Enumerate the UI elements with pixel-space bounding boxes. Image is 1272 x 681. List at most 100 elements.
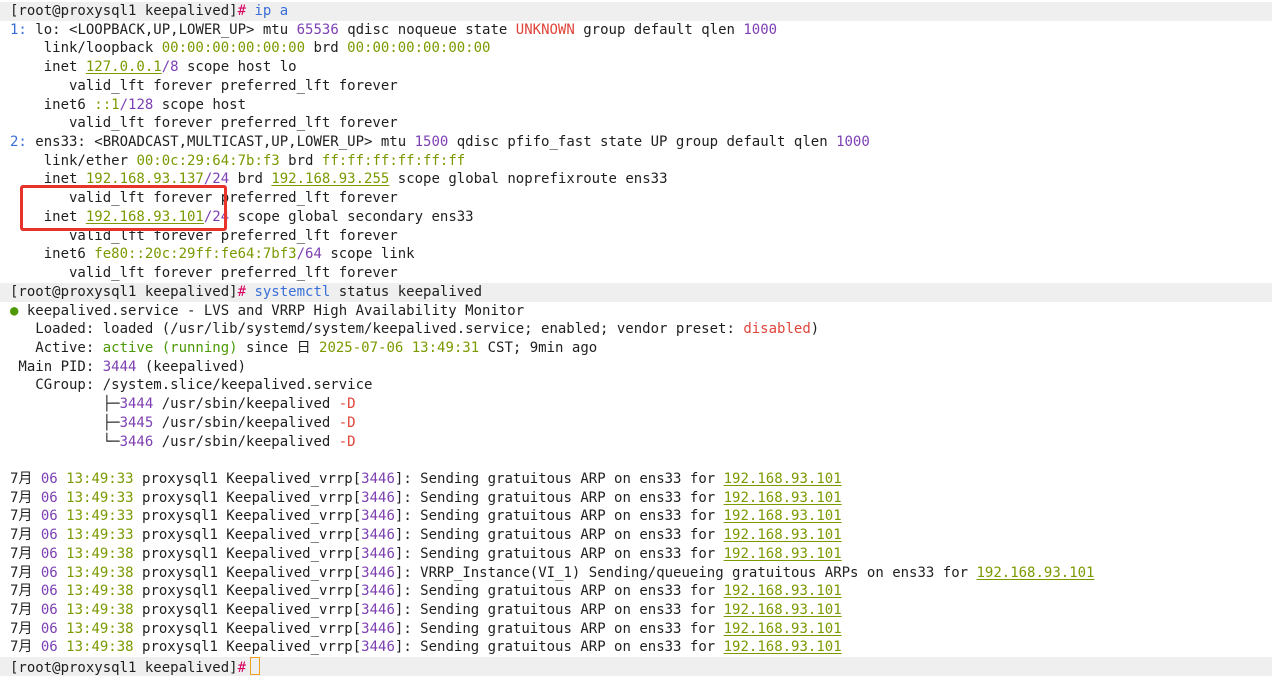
qlen-value: 1000 xyxy=(743,21,778,38)
log-pid: 3446 xyxy=(361,620,395,637)
prefix-length: /8 xyxy=(161,59,179,76)
link-label: link/ether xyxy=(10,152,137,169)
log-pid: 3446 xyxy=(361,489,395,506)
process-tree-row: ├─3445 /usr/sbin/keepalived -D xyxy=(0,414,1272,433)
brd-address: ff:ff:ff:ff:ff:ff xyxy=(321,152,466,169)
log-line: 7月 06 13:49:38 proxysql1 Keepalived_vrrp… xyxy=(0,582,1272,601)
log-host: proxysql1 Keepalived_vrrp[ xyxy=(133,470,362,487)
log-month: 7月 xyxy=(10,620,33,637)
log-day: 06 xyxy=(32,602,58,618)
link-label: link/loopback xyxy=(10,40,162,57)
prefix-length: /128 xyxy=(119,96,154,113)
journal-log: 7月 06 13:49:33 proxysql1 Keepalived_vrrp… xyxy=(0,470,1272,657)
log-host: proxysql1 Keepalived_vrrp[ xyxy=(133,508,362,525)
process-cmd: /usr/sbin/keepalived xyxy=(153,396,339,413)
since-rest: CST; 9min ago xyxy=(479,339,598,356)
service-title: keepalived.service - LVS and VRRP High A… xyxy=(18,302,525,319)
log-pid: 3446 xyxy=(361,602,395,618)
log-pid: 3446 xyxy=(361,564,395,581)
cgroup-value: /system.slice/keepalived.service xyxy=(102,377,373,394)
process-pid: 3445 xyxy=(119,414,154,431)
log-pid: 3446 xyxy=(361,639,395,656)
log-message: : Sending gratuitous ARP on ens33 for xyxy=(403,527,724,544)
log-month: 7月 xyxy=(10,602,33,618)
log-ip: 192.168.93.101 xyxy=(723,508,842,525)
ipv6-address: ::1 xyxy=(94,96,120,113)
log-pid: 3446 xyxy=(361,545,395,562)
log-host: proxysql1 Keepalived_vrrp[ xyxy=(133,620,362,637)
log-day: 06 xyxy=(32,508,58,525)
vendor-preset: disabled xyxy=(743,321,811,338)
log-time: 13:49:33 xyxy=(57,508,134,525)
terminal-window[interactable]: [root@proxysql1 keepalived]# ip a 1: lo:… xyxy=(0,0,1272,681)
log-month: 7月 xyxy=(10,508,33,525)
output-line: Loaded: loaded (/usr/lib/systemd/system/… xyxy=(0,320,1272,339)
mac-address: 00:00:00:00:00:00 xyxy=(161,40,306,57)
log-ip: 192.168.93.101 xyxy=(723,583,842,600)
output-line: CGroup: /system.slice/keepalived.service xyxy=(0,376,1272,395)
log-month: 7月 xyxy=(10,489,33,506)
iface-index: 2: xyxy=(10,134,27,151)
log-line: 7月 06 13:49:33 proxysql1 Keepalived_vrrp… xyxy=(0,489,1272,508)
log-host: proxysql1 Keepalived_vrrp[ xyxy=(133,564,362,581)
log-day: 06 xyxy=(32,527,58,544)
output-line: valid_lft forever preferred_lft forever xyxy=(10,265,398,282)
pid-label: Main PID: xyxy=(10,358,103,375)
log-ip: 192.168.93.101 xyxy=(723,602,842,618)
prompt-line: [root@proxysql1 keepalived]# ip a xyxy=(0,2,1272,21)
output-line: 1: lo: <LOOPBACK,UP,LOWER_UP> mtu 65536 … xyxy=(0,21,1272,40)
process-flag: -D xyxy=(338,433,356,450)
prompt-text: [root@proxysql1 keepalived] xyxy=(10,660,238,677)
log-host: proxysql1 Keepalived_vrrp[ xyxy=(133,527,362,544)
mtu-label: mtu xyxy=(372,134,415,151)
log-time: 13:49:38 xyxy=(57,583,134,600)
loaded-label: Loaded: xyxy=(10,321,103,338)
log-time: 13:49:33 xyxy=(57,489,134,506)
process-pid: 3444 xyxy=(119,396,154,413)
log-time: 13:49:38 xyxy=(57,602,134,618)
process-tree-row: ├─3444 /usr/sbin/keepalived -D xyxy=(0,395,1272,414)
scope-text: scope host xyxy=(153,96,247,113)
log-month: 7月 xyxy=(10,564,33,581)
log-time: 13:49:38 xyxy=(57,545,134,562)
log-line: 7月 06 13:49:33 proxysql1 Keepalived_vrrp… xyxy=(0,526,1272,545)
process-flag: -D xyxy=(338,414,356,431)
scope-text: scope host lo xyxy=(178,59,297,76)
since-glyph: 日 xyxy=(296,339,311,356)
prompt-text: [root@proxysql1 keepalived] xyxy=(10,3,238,19)
qdisc-text: qdisc pfifo_fast state UP group default … xyxy=(448,134,837,151)
output-line: ● keepalived.service - LVS and VRRP High… xyxy=(0,302,1272,321)
active-label: Active: xyxy=(10,339,103,356)
log-day: 06 xyxy=(32,620,58,637)
log-host: proxysql1 Keepalived_vrrp[ xyxy=(133,489,362,506)
command-text: ip a xyxy=(254,3,289,19)
ip-address: 127.0.0.1 xyxy=(85,59,162,76)
pid-name: (keepalived) xyxy=(136,358,247,375)
mtu-label: mtu xyxy=(254,21,297,38)
since-label: since xyxy=(237,339,297,356)
log-pid: 3446 xyxy=(361,527,395,544)
iface-flags: <LOOPBACK,UP,LOWER_UP> xyxy=(69,21,255,38)
log-message: : Sending gratuitous ARP on ens33 for xyxy=(403,620,724,637)
output-line: link/ether 00:0c:29:64:7b:f3 brd ff:ff:f… xyxy=(0,152,1272,171)
output-line: valid_lft forever preferred_lft forever xyxy=(10,115,398,132)
output-line: inet6 fe80::20c:29ff:fe64:7bf3/64 scope … xyxy=(0,245,1272,264)
inet-label: inet xyxy=(10,59,86,76)
output-line: 2: ens33: <BROADCAST,MULTICAST,UP,LOWER_… xyxy=(0,133,1272,152)
qlen-value: 1000 xyxy=(836,134,870,151)
output-line: Main PID: 3444 (keepalived) xyxy=(0,358,1272,377)
log-ip: 192.168.93.101 xyxy=(723,470,842,487)
log-message: : Sending gratuitous ARP on ens33 for xyxy=(403,639,724,656)
process-cmd: /usr/sbin/keepalived xyxy=(153,414,339,431)
group-text: group default qlen xyxy=(574,21,744,38)
tree-branch: ├─ xyxy=(10,396,120,413)
log-pid: 3446 xyxy=(361,470,395,487)
main-pid: 3444 xyxy=(102,358,137,375)
scope-text: scope global noprefixroute ens33 xyxy=(389,171,668,188)
ipv6-address: fe80::20c:29ff:fe64:7bf3 xyxy=(94,246,297,263)
log-line: 7月 06 13:49:33 proxysql1 Keepalived_vrrp… xyxy=(0,507,1272,526)
cursor-block[interactable] xyxy=(250,657,261,676)
cgroup-label: CGroup: xyxy=(10,377,103,394)
log-day: 06 xyxy=(32,564,58,581)
